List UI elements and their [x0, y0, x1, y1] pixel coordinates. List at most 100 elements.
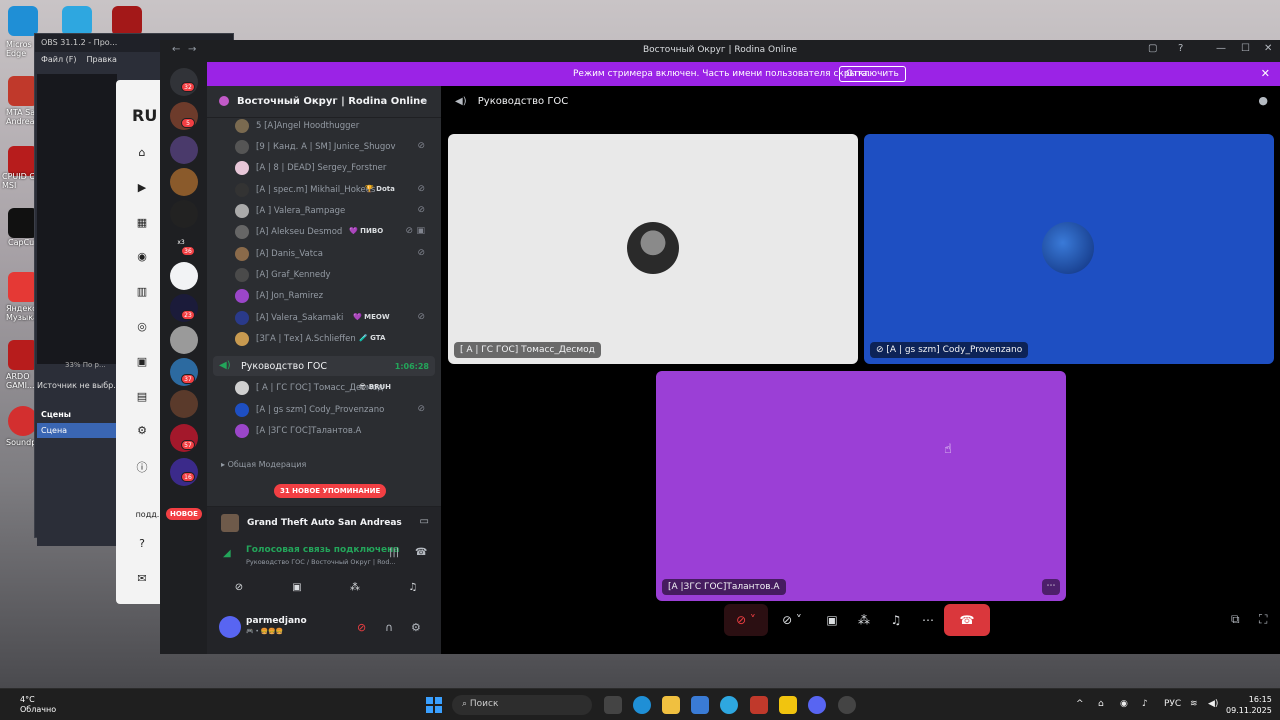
disconnect-icon[interactable]: ☎ — [415, 547, 427, 558]
volume-icon[interactable]: ◀) — [1208, 699, 1218, 709]
mic-icon[interactable]: ♪ — [1142, 699, 1148, 709]
server-icon[interactable] — [170, 200, 198, 228]
home-icon[interactable]: ⌂ — [135, 146, 149, 160]
noise-suppression-icon[interactable]: ||| — [389, 547, 399, 558]
voice-channel-rukovodstvo[interactable]: ◀) Руководство ГОС 1:06:28 — [213, 356, 435, 376]
server-icon[interactable] — [170, 136, 198, 164]
headphones-icon[interactable]: ∩ — [385, 621, 393, 634]
voice-member[interactable]: [9 | Канд. A | SM] Junice_Shugov ⊘ — [235, 139, 435, 157]
mic-toggle-button[interactable]: ⊘ ˅ — [724, 604, 768, 636]
calendar-icon[interactable]: ▦ — [135, 216, 149, 230]
popout-icon[interactable]: ⧉ — [1231, 612, 1240, 627]
new-mentions-pill[interactable]: 31 НОВОЕ УПОМИНАНИЕ — [274, 484, 387, 498]
username[interactable]: parmedjano — [246, 616, 307, 626]
voice-status-sub[interactable]: Руководство ГОС / Восточный Округ | Rod.… — [246, 558, 396, 566]
server-icon[interactable] — [170, 262, 198, 290]
activity-settings-icon[interactable]: ▭ — [420, 516, 429, 527]
app-icon[interactable] — [779, 696, 797, 714]
participant-tile[interactable]: ⊘ [A | gs szm] Cody_Provenzano — [864, 134, 1274, 364]
camera-off-button[interactable]: ⊘ — [209, 578, 269, 598]
chat-bubble-icon[interactable]: ● — [1258, 94, 1268, 107]
tray-chevron-icon[interactable]: ^ — [1076, 699, 1084, 709]
start-button[interactable] — [426, 697, 442, 713]
soundboard-button[interactable]: ♫ — [383, 578, 443, 598]
video-icon[interactable]: ▶ — [135, 181, 149, 195]
close-banner-icon[interactable]: ✕ — [1261, 67, 1270, 80]
new-unread-pill[interactable]: НОВОЕ — [166, 508, 202, 520]
more-options-button[interactable]: ⋯ — [914, 604, 942, 636]
bag-icon[interactable]: ▣ — [135, 355, 149, 369]
clock[interactable]: 16:15 09.11.2025 — [1226, 694, 1272, 716]
weather-widget[interactable]: 4°C Облачно — [20, 695, 56, 715]
wifi-icon[interactable]: ≋ — [1190, 699, 1198, 709]
voice-member[interactable]: [A | 8 | DEAD] Sergey_Forstner — [235, 160, 435, 178]
server-icon[interactable] — [170, 390, 198, 418]
camera-toggle-button[interactable]: ⊘ ˅ — [772, 604, 812, 636]
inbox-icon[interactable]: ▢ — [1148, 43, 1157, 54]
voice-member[interactable]: [A | gs szm] Cody_Provenzano ⊘ — [235, 402, 435, 420]
fullscreen-icon[interactable]: ⛶ — [1259, 612, 1267, 627]
browser-icon[interactable]: ◎ — [135, 320, 149, 334]
server-icon[interactable] — [170, 326, 198, 354]
avatar[interactable] — [219, 616, 241, 638]
voice-member[interactable]: [A] Danis_Vatca ⊘ — [235, 246, 435, 264]
obs-menu-edit[interactable]: Правка — [87, 55, 117, 65]
voice-member[interactable]: 5 [A]Angel Hoodthugger — [235, 118, 435, 136]
chart-icon[interactable]: ▥ — [135, 285, 149, 299]
minimize-button[interactable]: — — [1216, 43, 1226, 54]
more-options-icon[interactable]: ⋯ — [1042, 579, 1060, 595]
obs-zoom: 33% По р... — [65, 361, 106, 369]
task-view-icon[interactable] — [604, 696, 622, 714]
voice-member[interactable]: [A ] Valera_Rampage ⊘ — [235, 203, 435, 221]
app-64-icon[interactable] — [112, 6, 142, 36]
edge-icon[interactable] — [633, 696, 651, 714]
telegram-icon[interactable] — [720, 696, 738, 714]
soundboard-button[interactable]: ♫ — [882, 604, 910, 636]
settings-icon[interactable]: ⚙ — [135, 424, 149, 438]
edge-desktop-icon[interactable] — [8, 6, 38, 36]
chrome-icon[interactable] — [838, 696, 856, 714]
voice-member[interactable]: [ЗГА | Тех] A.Schlieffen 🧪 GTA — [235, 331, 435, 349]
server-header[interactable]: Восточный Округ | Rodina Online ⌄ — [207, 86, 441, 118]
file-explorer-icon[interactable] — [662, 696, 680, 714]
mail-icon[interactable]: ✉ — [135, 572, 149, 586]
voice-member[interactable]: [A] Valera_Sakamaki 💜 MEOW ⊘ — [235, 310, 435, 328]
participant-tile[interactable]: [ A | ГС ГОС] Томасс_Десмод — [448, 134, 858, 364]
maximize-button[interactable]: ☐ — [1241, 43, 1250, 54]
chevron-down-icon[interactable]: ⌄ — [421, 94, 429, 105]
activities-button[interactable]: ⁂ — [850, 604, 878, 636]
voice-member[interactable]: [A |ЗГС ГОС]Талантов.А — [235, 423, 435, 441]
info-icon[interactable]: ⓘ — [135, 459, 149, 474]
activity-panel[interactable]: Grand Theft Auto San Andreas ▭ — [207, 506, 441, 538]
store-icon[interactable] — [691, 696, 709, 714]
recycle-bin-icon[interactable] — [62, 6, 92, 36]
gear-icon[interactable]: ⚙ — [411, 621, 421, 634]
help-icon[interactable]: ? — [135, 537, 149, 551]
participant-tile[interactable]: [A |ЗГС ГОС]Талантов.А ⋯ — [656, 371, 1066, 601]
server-icon[interactable] — [170, 168, 198, 196]
screen-share-button[interactable]: ▣ — [818, 604, 846, 636]
obs-scene-item[interactable]: Сцена — [37, 423, 117, 438]
help-icon[interactable]: ? — [1178, 43, 1183, 54]
category-general-moderation[interactable]: ▸ Общая Модерация — [221, 460, 306, 469]
screen-share-button[interactable]: ▣ — [267, 578, 327, 598]
discord-icon[interactable] — [808, 696, 826, 714]
voice-member[interactable]: [A] Graf_Kennedy — [235, 267, 435, 285]
network-icon[interactable]: ⌂ — [1098, 699, 1104, 709]
obs-menu-file[interactable]: Файл (F) — [41, 55, 77, 65]
radio-icon[interactable]: ◉ — [135, 250, 149, 264]
language-indicator[interactable]: РУС — [1164, 699, 1181, 709]
vpn-icon[interactable]: ◉ — [1120, 699, 1128, 709]
disable-streamer-mode-button[interactable]: Отключить — [839, 66, 906, 82]
voice-member[interactable]: [A] Alekseu Desmod 💜 ПИВО ⊘ ▣ — [235, 224, 435, 242]
taskbar-search[interactable]: ⌕ Поиск — [452, 695, 592, 715]
app-icon[interactable] — [750, 696, 768, 714]
voice-member[interactable]: [A | spec.m] Mikhail_Hokees 🏆 Dota ⊘ — [235, 182, 435, 200]
disconnect-button[interactable]: ☎ — [944, 604, 990, 636]
chat-icon[interactable]: ▤ — [135, 390, 149, 404]
close-button[interactable]: ✕ — [1264, 43, 1272, 54]
voice-member[interactable]: [A] Jon_Ramirez — [235, 288, 435, 306]
voice-member[interactable]: [ A | ГС ГОС] Томасс_Десмод 😎 BRUH — [235, 380, 435, 398]
mic-muted-icon[interactable]: ⊘ — [357, 621, 366, 634]
activities-button[interactable]: ⁂ — [325, 578, 385, 598]
